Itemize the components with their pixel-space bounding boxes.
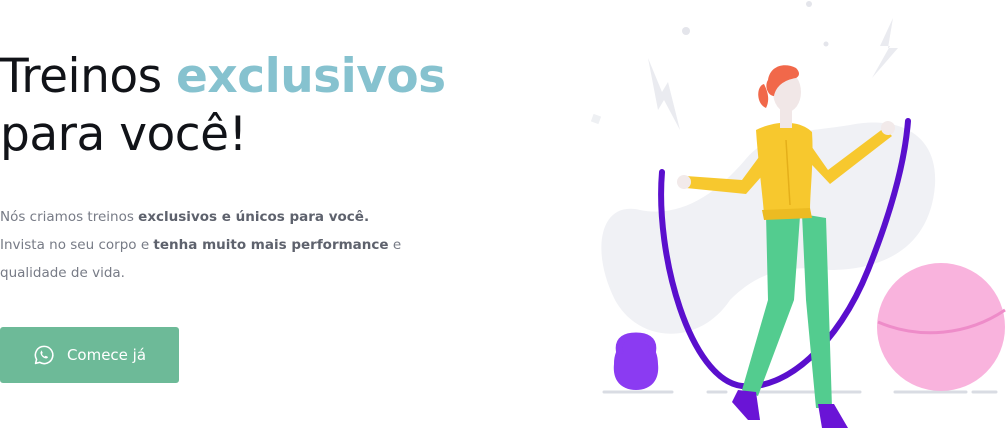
dot-decoration xyxy=(823,41,829,47)
lightning-icon xyxy=(872,18,898,78)
desc-line2-bold: tenha muito mais performance xyxy=(153,237,389,253)
desc-line3: qualidade de vida. xyxy=(0,265,125,281)
dot-decoration xyxy=(682,27,690,35)
hero-description: Nós criamos treinos exclusivos e únicos … xyxy=(0,203,420,287)
hero-title-accent: exclusivos xyxy=(176,49,446,104)
dot-decoration xyxy=(590,113,602,125)
dot-decoration xyxy=(806,1,812,7)
start-now-button[interactable]: Comece já xyxy=(0,327,179,383)
right-shoe xyxy=(818,404,848,428)
hero-title-line2: para você! xyxy=(0,107,247,162)
hero-title-prefix: Treinos xyxy=(0,49,177,104)
left-shoe xyxy=(732,390,760,420)
jump-rope-illustration xyxy=(590,1,1006,428)
hero-title: Treinos exclusivos para você! xyxy=(0,48,446,164)
desc-line1-bold: exclusivos e únicos para você. xyxy=(138,209,370,225)
torso-hoodie xyxy=(756,122,813,214)
start-now-label: Comece já xyxy=(66,346,147,364)
desc-line1-normal: Nós criamos treinos xyxy=(0,209,139,225)
desc-line2-normal: Invista no seu corpo e xyxy=(0,237,154,253)
desc-line2-tail: e xyxy=(388,237,402,253)
whatsapp-icon xyxy=(34,345,54,365)
lightning-icon xyxy=(648,58,680,130)
